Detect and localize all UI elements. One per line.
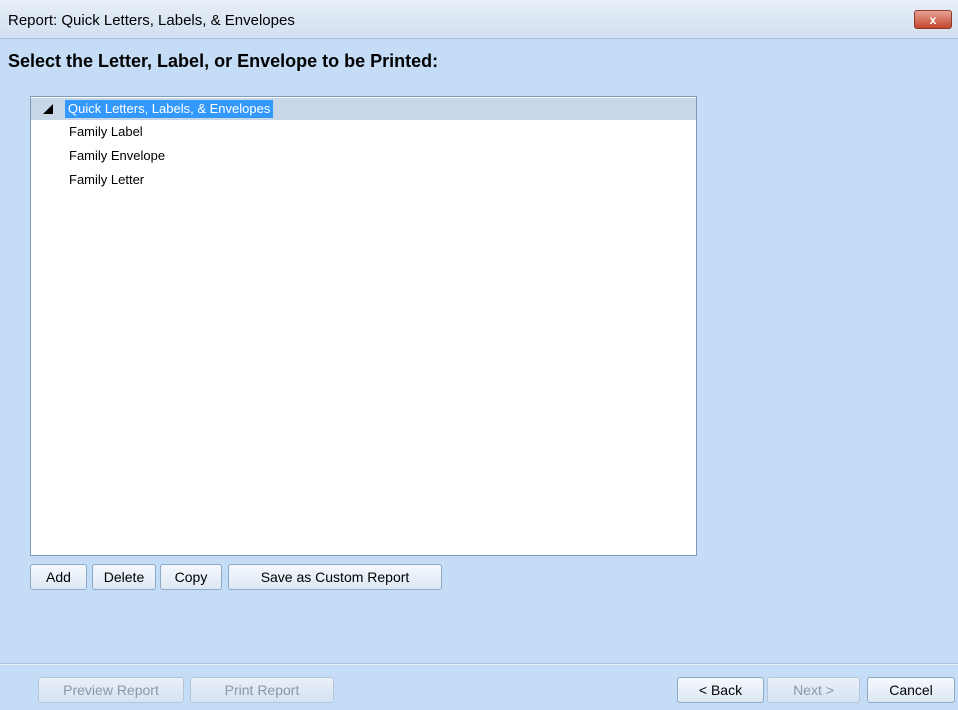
preview-report-button[interactable]: Preview Report [38,677,184,703]
tree-item-family-envelope[interactable]: Family Envelope [31,145,696,167]
footer-divider [0,663,958,665]
save-custom-report-button[interactable]: Save as Custom Report [228,564,442,590]
tree-item-family-label[interactable]: Family Label [31,121,696,143]
next-button[interactable]: Next > [767,677,860,703]
report-tree[interactable]: Quick Letters, Labels, & Envelopes Famil… [30,96,697,556]
tree-root-label[interactable]: Quick Letters, Labels, & Envelopes [65,100,274,118]
tree-item-label: Family Letter [69,172,145,187]
collapse-triangle-icon[interactable] [43,104,53,114]
tree-item-label: Family Envelope [69,148,166,163]
copy-button[interactable]: Copy [160,564,222,590]
close-icon: x [929,12,937,27]
cancel-button[interactable]: Cancel [867,677,955,703]
delete-button[interactable]: Delete [92,564,156,590]
window-title: Report: Quick Letters, Labels, & Envelop… [8,12,295,29]
dialog-body: Select the Letter, Label, or Envelope to… [0,39,958,710]
back-button[interactable]: < Back [677,677,764,703]
tree-item-family-letter[interactable]: Family Letter [31,169,696,191]
close-button[interactable]: x [914,10,952,29]
print-report-button[interactable]: Print Report [190,677,334,703]
tree-item-label: Family Label [69,124,143,139]
tree-root-row[interactable]: Quick Letters, Labels, & Envelopes [31,98,696,120]
page-title: Select the Letter, Label, or Envelope to… [8,51,439,71]
add-button[interactable]: Add [30,564,87,590]
title-bar: Report: Quick Letters, Labels, & Envelop… [0,0,958,39]
